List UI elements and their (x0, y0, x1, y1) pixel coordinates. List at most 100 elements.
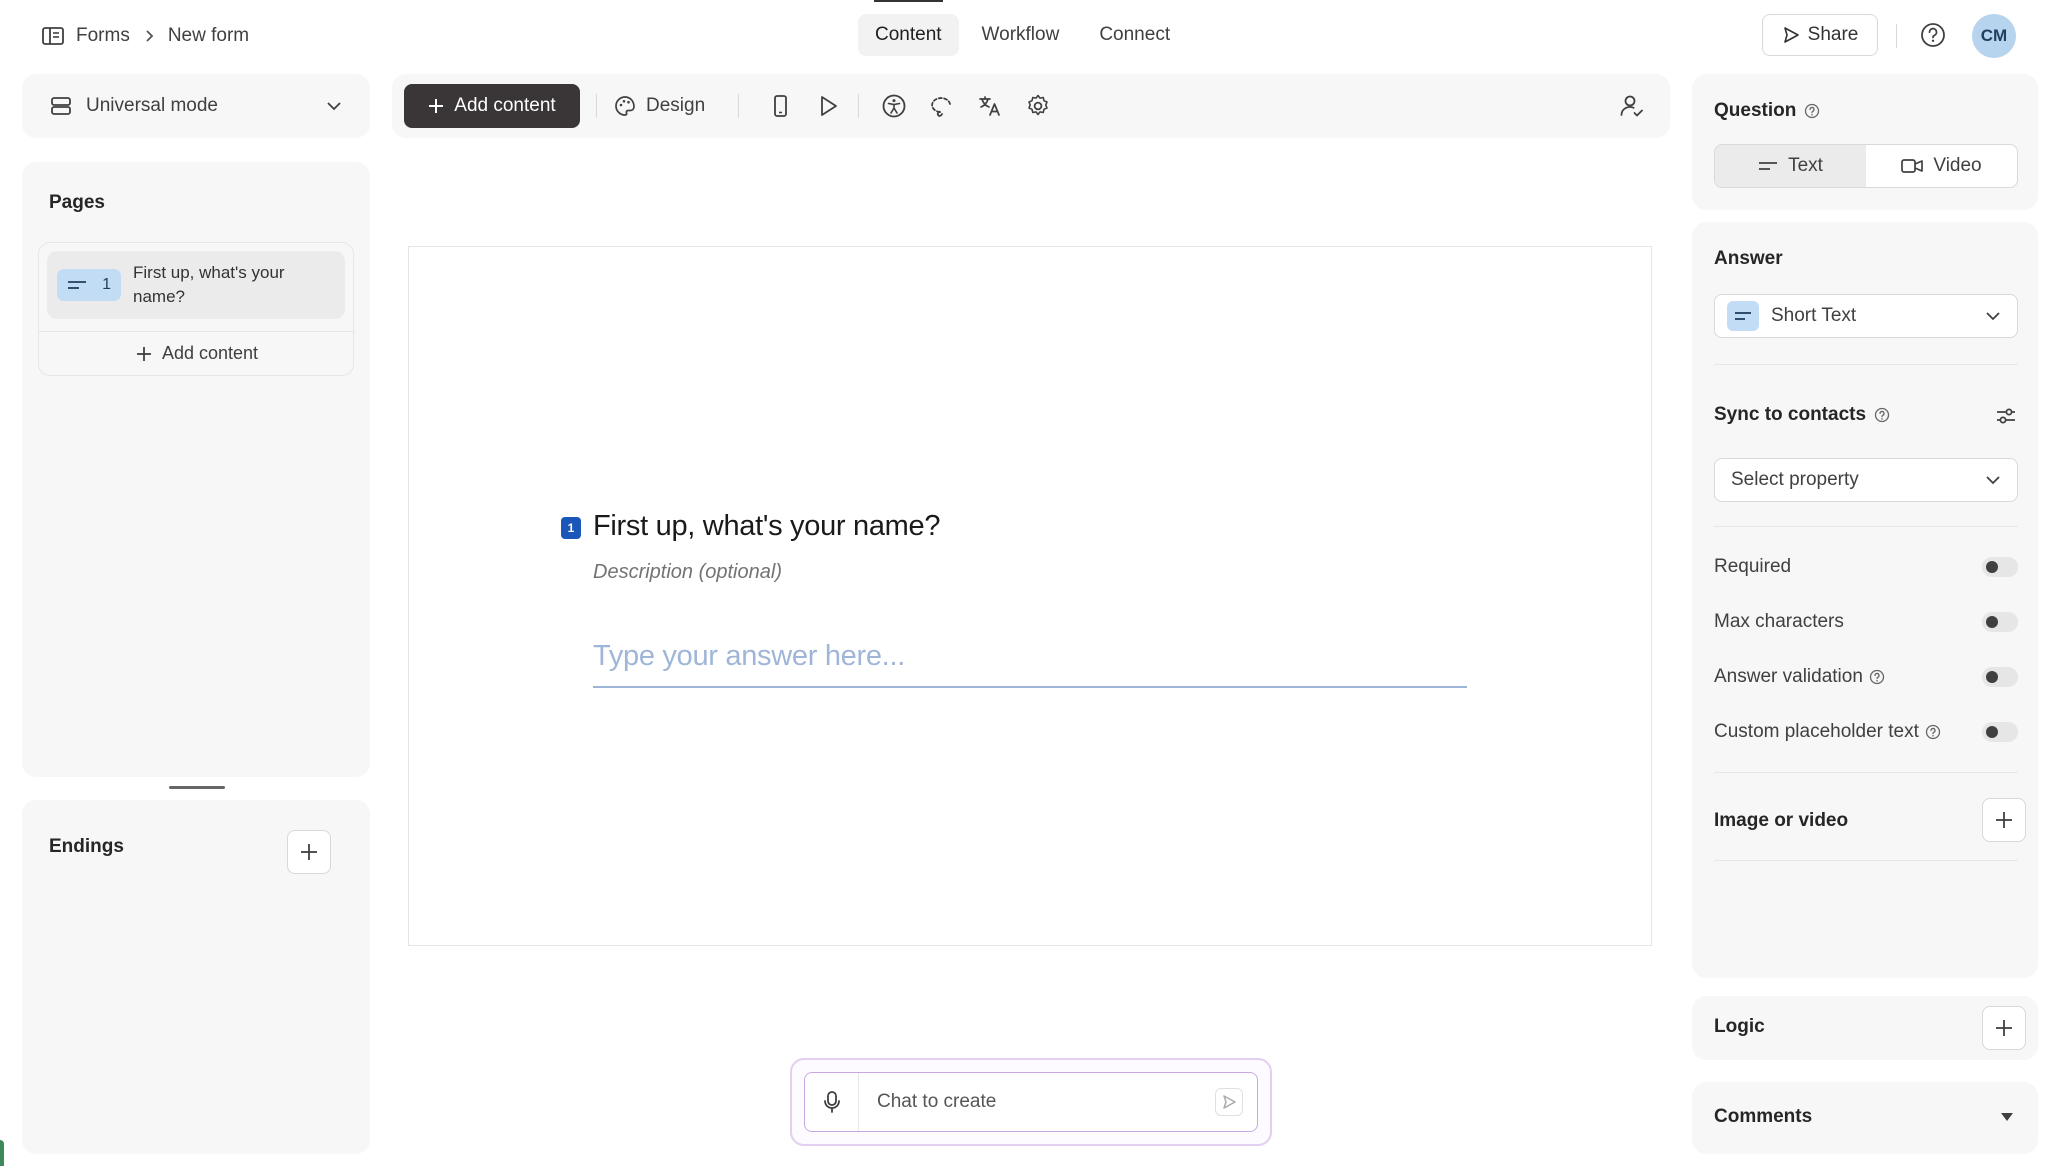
answer-type-select[interactable]: Short Text (1714, 294, 2018, 338)
chevron-down-icon (326, 101, 342, 111)
property-select[interactable]: Select property (1714, 458, 2018, 502)
chevron-right-icon (144, 29, 154, 43)
answer-type-value: Short Text (1771, 305, 1857, 326)
help-icon[interactable] (1925, 724, 1941, 740)
palette-icon (614, 95, 636, 117)
chat-input-wrapper (804, 1072, 1258, 1132)
window-edge-accent (0, 1140, 4, 1166)
plus-icon (428, 98, 444, 114)
panel-resize-handle[interactable] (169, 786, 225, 789)
help-icon[interactable] (1874, 407, 1890, 423)
short-text-icon (1727, 301, 1759, 331)
avatar[interactable]: CM (1972, 14, 2016, 58)
mobile-preview-icon[interactable] (766, 92, 794, 120)
universal-mode-select[interactable]: Universal mode (22, 74, 370, 138)
divider (858, 94, 859, 118)
breadcrumb: Forms New form (42, 22, 249, 50)
plus-icon (1995, 1019, 2013, 1037)
comments-panel[interactable]: Comments (1692, 1082, 2038, 1154)
editor-toolbar: Add content Design (392, 74, 1670, 138)
design-label: Design (646, 95, 706, 116)
caret-down-icon[interactable] (2000, 1112, 2014, 1122)
tab-content[interactable]: Content (858, 0, 959, 56)
lasso-icon[interactable] (928, 92, 956, 120)
form-canvas (408, 246, 1652, 946)
add-ending-button[interactable] (287, 830, 331, 874)
custom-placeholder-toggle[interactable] (1982, 722, 2018, 742)
divider (1714, 526, 2018, 527)
divider (1714, 772, 2018, 773)
chevron-down-icon (1985, 311, 2001, 321)
answer-settings-panel: Answer Short Text Sync to contacts Selec… (1692, 222, 2038, 978)
divider (596, 94, 597, 118)
question-description[interactable]: Description (optional) (593, 561, 782, 584)
translate-icon[interactable] (976, 92, 1004, 120)
endings-panel: Endings (22, 800, 370, 1154)
answer-validation-toggle[interactable] (1982, 667, 2018, 687)
question-title[interactable]: First up, what's your name? (593, 510, 941, 543)
play-icon[interactable] (814, 92, 842, 120)
breadcrumb-forms-link[interactable]: Forms (76, 25, 130, 47)
page-label: First up, what's your name? (133, 263, 285, 306)
mode-label: Universal mode (86, 95, 218, 116)
answer-input[interactable] (593, 639, 1467, 673)
question-heading: Question (1714, 100, 1820, 122)
comments-heading: Comments (1714, 1106, 1813, 1127)
share-button[interactable]: Share (1762, 14, 1878, 56)
help-icon[interactable] (1918, 20, 1948, 50)
question-number-badge: 1 (561, 517, 581, 539)
question-heading-label: Question (1714, 100, 1797, 121)
pages-title: Pages (49, 192, 105, 213)
logic-heading: Logic (1714, 1016, 1765, 1037)
pages-list: 1 First up, what's your name? Add conten… (38, 242, 355, 376)
divider (1714, 860, 2018, 861)
send-icon[interactable] (1215, 1088, 1243, 1116)
page-number: 1 (102, 276, 111, 293)
sync-heading-label: Sync to contacts (1714, 404, 1867, 425)
max-characters-row: Max characters (1714, 607, 2018, 637)
max-characters-toggle[interactable] (1982, 612, 2018, 632)
property-select-value: Select property (1731, 469, 1859, 490)
help-icon[interactable] (1804, 103, 1820, 119)
custom-placeholder-row: Custom placeholder text (1714, 717, 2018, 747)
question-type-video[interactable]: Video (1866, 145, 2017, 187)
required-toggle[interactable] (1982, 557, 2018, 577)
add-logic-button[interactable] (1982, 1006, 2026, 1050)
design-button[interactable]: Design (614, 84, 705, 128)
tab-connect[interactable]: Connect (1082, 14, 1187, 56)
chat-input[interactable] (859, 1091, 1215, 1113)
divider (1896, 24, 1897, 48)
top-bar: Forms New form Content Workflow Connect … (0, 0, 2048, 70)
add-content-button[interactable]: Add content (404, 84, 580, 128)
add-page-button[interactable]: Add content (39, 331, 355, 375)
answer-validation-row: Answer validation (1714, 662, 2018, 692)
plus-icon (300, 843, 318, 861)
send-icon (1782, 26, 1800, 44)
video-icon (1901, 158, 1924, 174)
add-media-button[interactable] (1982, 798, 2026, 842)
tab-workflow[interactable]: Workflow (965, 14, 1077, 56)
main-tabs: Content Workflow Connect (858, 0, 1187, 56)
chat-box (790, 1058, 1272, 1146)
divider (738, 94, 739, 118)
required-row: Required (1714, 552, 2018, 582)
user-check-icon[interactable] (1618, 92, 1646, 120)
plus-icon (136, 346, 152, 362)
breadcrumb-current[interactable]: New form (168, 25, 249, 47)
answer-field[interactable] (593, 626, 1467, 688)
forms-icon[interactable] (42, 27, 64, 45)
short-text-icon (67, 280, 87, 290)
add-content-label: Add content (161, 343, 259, 363)
custom-placeholder-label: Custom placeholder text (1714, 721, 1919, 742)
question-type-video-label: Video (1933, 155, 1982, 176)
divider (1714, 364, 2018, 365)
page-item[interactable]: 1 First up, what's your name? (47, 251, 345, 319)
pages-panel: Pages 1 First up, what's your name? Add … (22, 162, 370, 777)
microphone-icon[interactable] (805, 1073, 859, 1131)
question-settings-panel: Question Text Video (1692, 74, 2038, 210)
accessibility-icon[interactable] (880, 92, 908, 120)
question-type-text[interactable]: Text (1715, 145, 1866, 187)
settings-gear-icon[interactable] (1024, 92, 1052, 120)
sliders-icon[interactable] (1994, 404, 2018, 428)
help-icon[interactable] (1869, 669, 1885, 685)
